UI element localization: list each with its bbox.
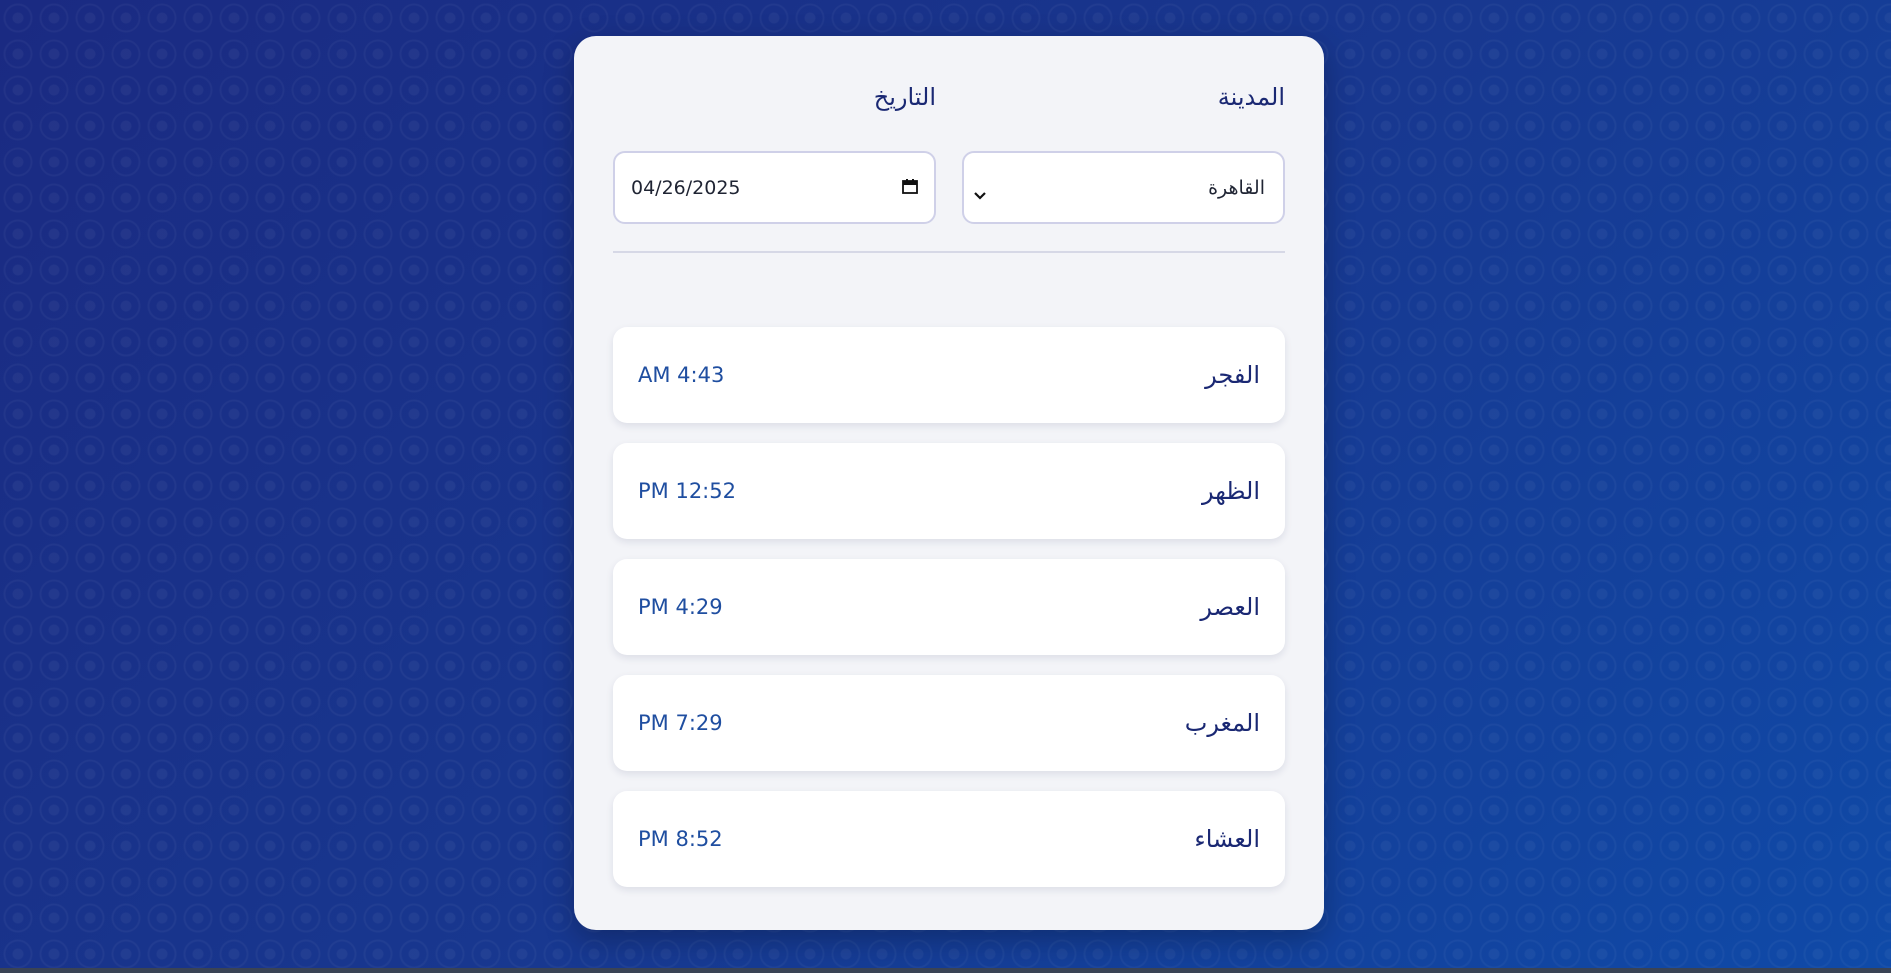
- prayer-name: المغرب: [1184, 709, 1260, 737]
- prayer-time: AM 4:43: [638, 363, 725, 387]
- prayer-name: الظهر: [1202, 477, 1260, 505]
- controls-row: المدينة القاهرة التاريخ 04/26/2025: [613, 80, 1285, 224]
- prayer-name: العصر: [1200, 593, 1260, 621]
- prayer-row-asr: العصر PM 4:29: [613, 559, 1285, 655]
- prayer-time: PM 8:52: [638, 827, 723, 851]
- prayer-list: الفجر AM 4:43 الظهر PM 12:52 العصر PM 4:…: [613, 327, 1285, 887]
- date-input[interactable]: 04/26/2025: [613, 151, 936, 224]
- calendar-icon[interactable]: [902, 177, 918, 199]
- date-input-value: 04/26/2025: [631, 176, 741, 199]
- prayer-name: العشاء: [1194, 825, 1260, 853]
- prayer-time: PM 7:29: [638, 711, 723, 735]
- divider: [613, 251, 1285, 253]
- prayer-row-fajr: الفجر AM 4:43: [613, 327, 1285, 423]
- city-select-value: القاهرة: [1208, 176, 1265, 199]
- prayer-time: PM 4:29: [638, 595, 723, 619]
- date-label: التاريخ: [873, 83, 936, 111]
- prayer-row-isha: العشاء PM 8:52: [613, 791, 1285, 887]
- prayer-row-maghrib: المغرب PM 7:29: [613, 675, 1285, 771]
- city-select[interactable]: القاهرة: [962, 151, 1285, 224]
- date-control: التاريخ 04/26/2025: [613, 80, 936, 224]
- chevron-down-icon: [974, 183, 986, 200]
- city-label: المدينة: [1217, 83, 1285, 111]
- bottom-bar: [0, 968, 1891, 973]
- city-control: المدينة القاهرة: [962, 80, 1285, 224]
- prayer-row-dhuhr: الظهر PM 12:52: [613, 443, 1285, 539]
- prayer-times-card: المدينة القاهرة التاريخ 04/26/2025 الفجر…: [574, 36, 1324, 930]
- prayer-name: الفجر: [1205, 361, 1260, 389]
- prayer-time: PM 12:52: [638, 479, 736, 503]
